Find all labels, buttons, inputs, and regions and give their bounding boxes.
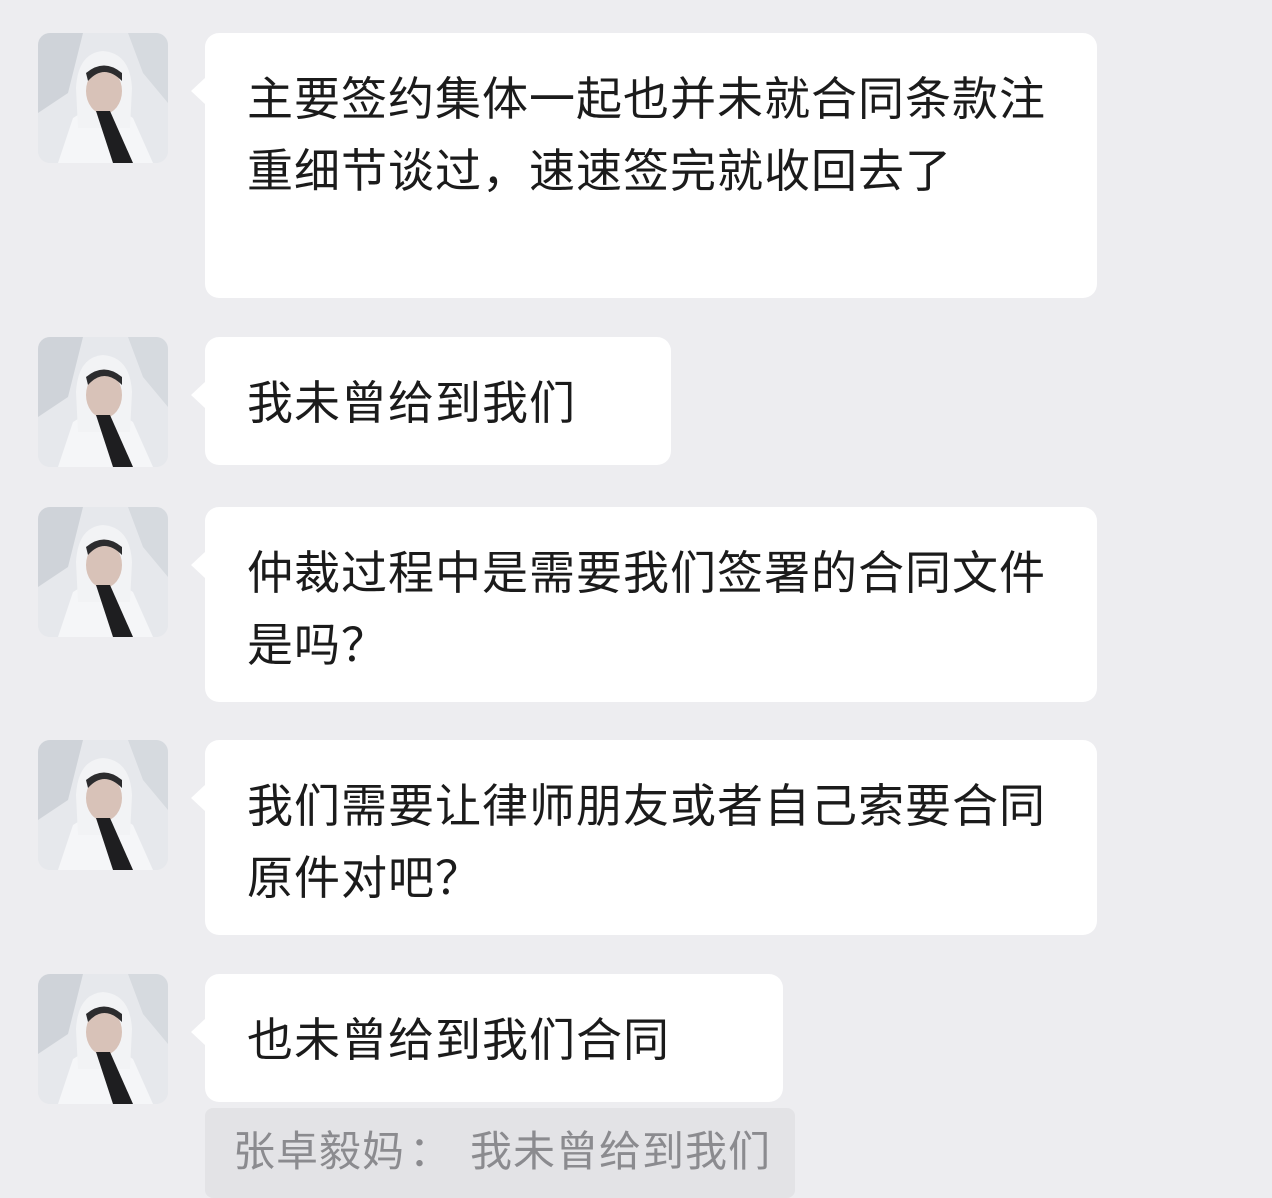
avatar-photo-icon	[38, 740, 168, 870]
message-bubble[interactable]: 也未曾给到我们合同	[191, 974, 783, 1102]
message-text: 仲裁过程中是需要我们签署的合同文件是吗？	[247, 546, 1046, 672]
avatar-photo-icon	[38, 337, 168, 467]
quote-text: 我未曾给到我们	[470, 1127, 772, 1176]
message-text: 主要签约集体一起也并未就合同条款注重细节谈过，速速签完就收回去了	[247, 72, 1046, 198]
avatar[interactable]	[38, 507, 168, 637]
avatar[interactable]	[38, 740, 168, 870]
message-text: 我们需要让律师朋友或者自己索要合同原件对吧？	[247, 779, 1046, 905]
avatar[interactable]	[38, 33, 168, 163]
avatar[interactable]	[38, 974, 168, 1104]
quote-sender: 张卓毅妈	[233, 1127, 406, 1176]
message-text: 也未曾给到我们合同	[247, 1013, 670, 1067]
message-bubble[interactable]: 我们需要让律师朋友或者自己索要合同原件对吧？	[191, 740, 1097, 935]
quoted-message[interactable]: 张卓毅妈： 我未曾给到我们	[205, 1108, 796, 1198]
avatar[interactable]	[38, 337, 168, 467]
quote-separator: ：	[409, 1127, 453, 1176]
avatar-photo-icon	[38, 33, 168, 163]
avatar-photo-icon	[38, 974, 168, 1104]
message-bubble[interactable]: 我未曾给到我们	[191, 337, 671, 465]
message-bubble[interactable]: 仲裁过程中是需要我们签署的合同文件是吗？	[191, 507, 1097, 702]
avatar-photo-icon	[38, 507, 168, 637]
message-text: 我未曾给到我们	[247, 376, 576, 430]
message-bubble[interactable]: 主要签约集体一起也并未就合同条款注重细节谈过，速速签完就收回去了	[191, 33, 1097, 298]
